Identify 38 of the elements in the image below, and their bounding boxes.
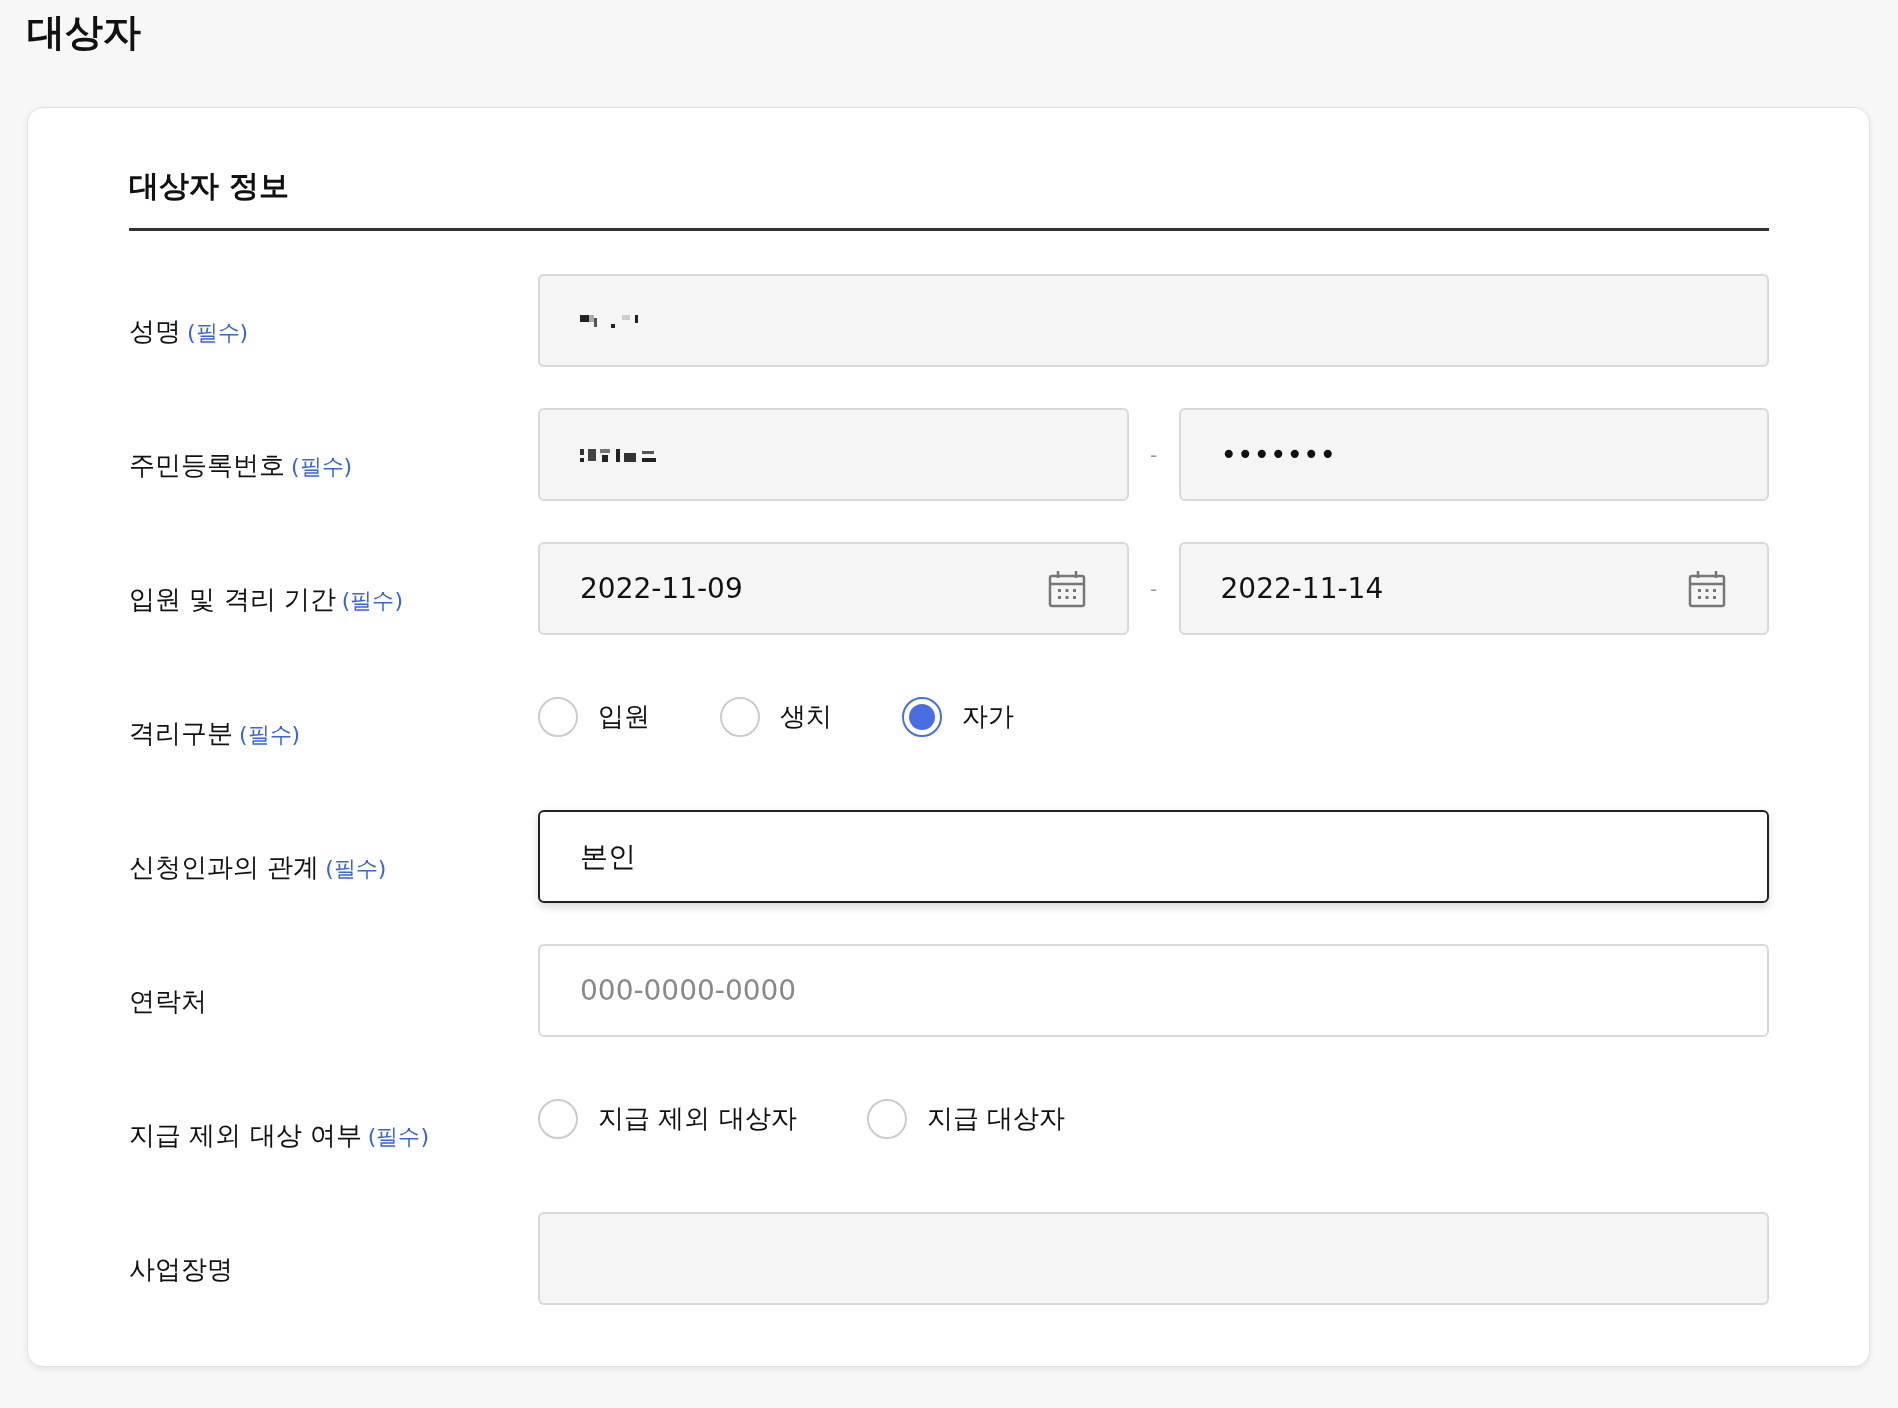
input-field[interactable]: 2022-11-14 xyxy=(1178,542,1769,635)
input-field[interactable] xyxy=(538,274,1769,367)
calendar-icon[interactable] xyxy=(1046,568,1087,609)
field-label: 성명 (필수) xyxy=(129,315,250,348)
input-field[interactable]: 본인 xyxy=(538,810,1769,903)
radio-button[interactable] xyxy=(538,1098,578,1139)
required-mark: (필수) xyxy=(341,588,403,613)
radio-button[interactable] xyxy=(902,696,942,737)
radio-button[interactable] xyxy=(866,1098,907,1139)
required-mark: (필수) xyxy=(325,856,387,881)
field-label: 신청인과의 관계 (필수) xyxy=(129,851,388,884)
required-mark: (필수) xyxy=(291,454,353,479)
input-field[interactable]: 000-0000-0000 xyxy=(538,944,1769,1037)
field-label: 입원 및 격리 기간 (필수) xyxy=(129,583,404,616)
required-mark: (필수) xyxy=(187,320,249,345)
range-separator: - xyxy=(1148,576,1159,601)
input-field[interactable]: ••••••• xyxy=(1178,408,1769,501)
radio-label[interactable]: 지급 대상자 xyxy=(926,1101,1065,1136)
calendar-icon[interactable] xyxy=(1687,568,1727,609)
radio-label[interactable]: 입원 xyxy=(598,699,650,734)
radio-label[interactable]: 지급 제외 대상자 xyxy=(598,1101,797,1136)
section-title: 대상자 정보 xyxy=(129,166,1769,231)
input-field[interactable] xyxy=(538,408,1129,501)
radio-button[interactable] xyxy=(720,696,760,737)
page-title: 대상자 xyxy=(27,9,142,56)
radio-label[interactable]: 자가 xyxy=(962,699,1014,734)
input-field[interactable] xyxy=(538,1212,1769,1305)
field-label: 연락처 xyxy=(129,985,208,1018)
radio-button[interactable] xyxy=(538,696,578,737)
required-mark: (필수) xyxy=(367,1124,429,1149)
field-label: 주민등록번호 (필수) xyxy=(129,449,354,482)
input-field[interactable]: 2022-11-09 xyxy=(538,542,1129,635)
radio-label[interactable]: 생치 xyxy=(780,699,832,734)
field-label: 격리구분 (필수) xyxy=(129,717,302,750)
required-mark: (필수) xyxy=(239,722,301,747)
field-label: 사업장명 xyxy=(129,1253,234,1286)
range-separator: - xyxy=(1148,442,1159,467)
field-label: 지급 제외 대상 여부 (필수) xyxy=(129,1119,430,1152)
